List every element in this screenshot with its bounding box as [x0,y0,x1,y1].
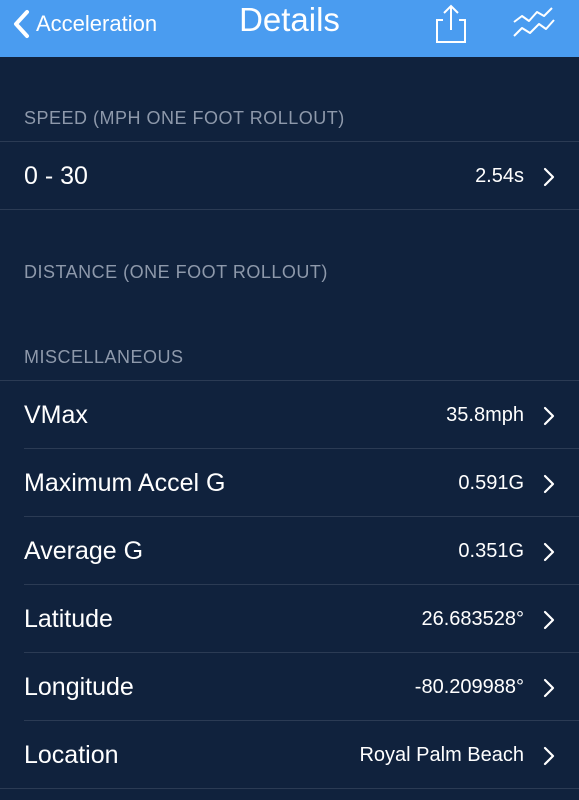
row-vmax[interactable]: VMax 35.8mph [0,382,579,449]
row-value: 35.8mph [446,404,524,426]
chevron-right-icon [543,167,555,187]
divider [0,380,579,381]
divider [24,652,579,653]
row-value: 2.54s [475,165,524,187]
share-icon [436,4,466,43]
row-value: 0.591G [458,472,524,494]
chevron-right-icon [543,678,555,698]
chevron-right-icon [543,474,555,494]
row-maximum-accel-g[interactable]: Maximum Accel G 0.591G [0,450,579,517]
share-button[interactable] [434,4,468,44]
divider [0,141,579,142]
divider [24,720,579,721]
section-header-distance: DISTANCE (ONE FOOT ROLLOUT) [24,262,328,282]
row-value: 26.683528° [421,608,524,630]
row-speed-0-30[interactable]: 0 - 30 2.54s [0,143,579,210]
row-longitude[interactable]: Longitude -80.209988° [0,654,579,721]
row-label: Latitude [24,605,113,633]
row-label: Longitude [24,673,134,701]
section-header-speed: SPEED (MPH ONE FOOT ROLLOUT) [24,108,345,128]
row-label: 0 - 30 [24,162,88,190]
chevron-right-icon [543,542,555,562]
chevron-right-icon [543,746,555,766]
row-value: Royal Palm Beach [359,744,524,766]
row-average-g[interactable]: Average G 0.351G [0,518,579,585]
divider [24,516,579,517]
chevron-right-icon [543,406,555,426]
row-label: Location [24,741,119,769]
row-latitude[interactable]: Latitude 26.683528° [0,586,579,653]
divider [0,788,579,789]
row-label: Average G [24,537,144,565]
back-button-label: Acceleration [36,11,158,36]
chart-button[interactable] [512,6,558,40]
chevron-right-icon [543,610,555,630]
row-value: 0.351G [458,540,524,562]
row-value: -80.209988° [414,676,524,698]
divider [24,584,579,585]
back-button[interactable]: Acceleration [12,0,157,48]
divider [0,209,579,210]
chevron-left-icon [14,10,29,38]
divider [24,448,579,449]
row-location[interactable]: Location Royal Palm Beach [0,722,579,789]
row-label: Maximum Accel G [24,469,226,497]
row-label: VMax [24,401,88,429]
navigation-bar: Acceleration Details [0,0,579,57]
section-header-miscellaneous: MISCELLANEOUS [24,347,184,367]
chart-icon [513,7,555,37]
